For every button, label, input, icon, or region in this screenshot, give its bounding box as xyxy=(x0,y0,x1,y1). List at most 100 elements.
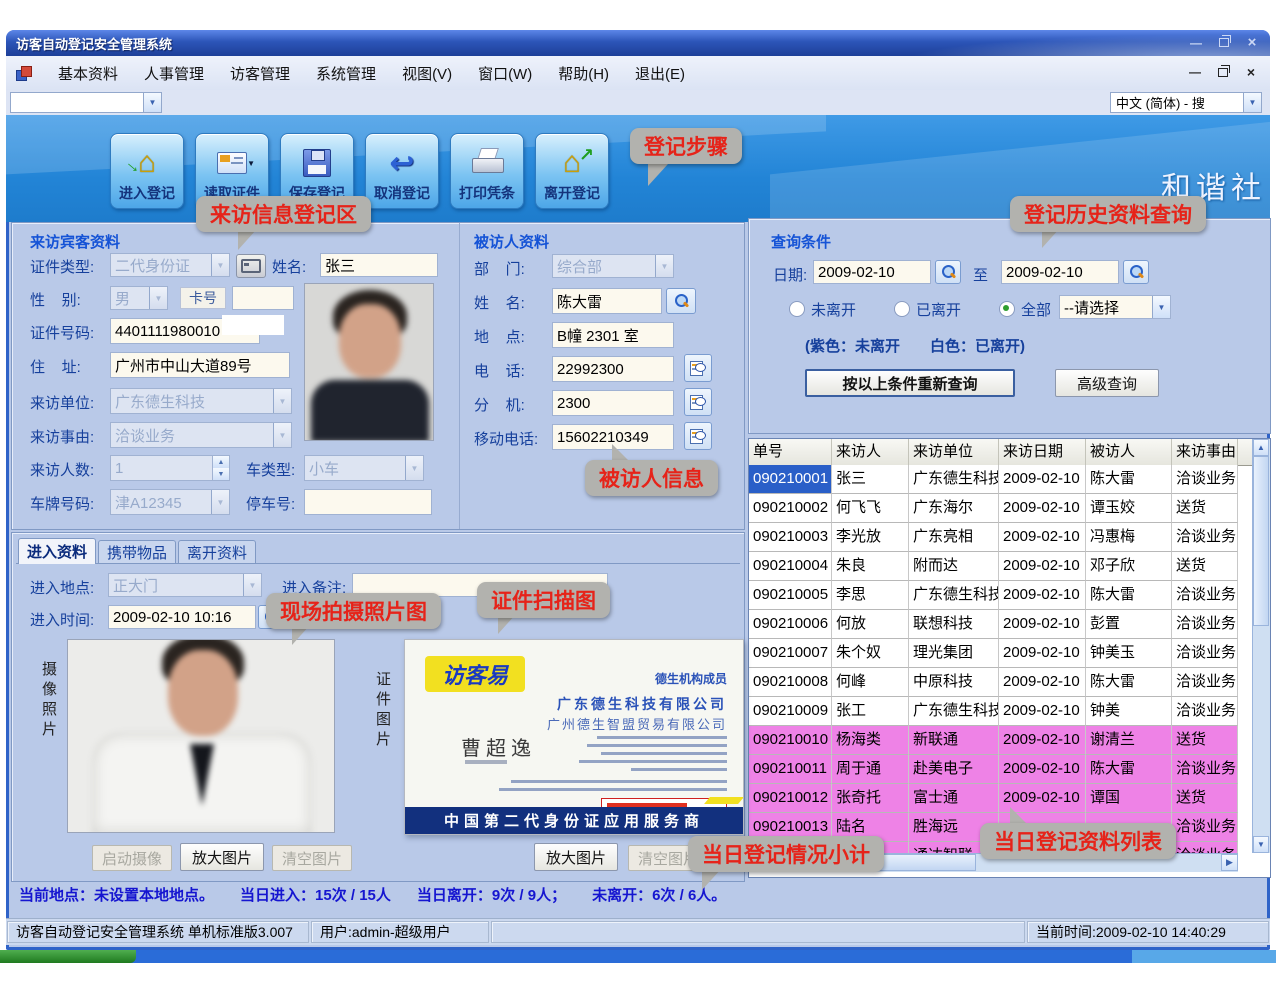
table-row[interactable]: 090210004朱良附而达2009-02-10邓子欣送货 xyxy=(749,552,1238,581)
menu-item-visitor[interactable]: 访客管理 xyxy=(217,59,303,88)
menu-item-window[interactable]: 窗口(W) xyxy=(465,59,545,88)
call-mobile-button[interactable] xyxy=(684,422,712,450)
table-cell[interactable]: 谢清兰 xyxy=(1086,726,1172,755)
table-cell[interactable]: 张三 xyxy=(832,465,909,494)
table-cell[interactable]: 2009-02-10 xyxy=(999,494,1086,523)
dropdown-arrow-icon[interactable]: ▼ xyxy=(143,93,161,112)
card-no-input[interactable] xyxy=(232,286,294,310)
mdi-close-icon[interactable]: × xyxy=(1242,64,1260,80)
table-row[interactable]: 090210011周于通赴美电子2009-02-10陈大雷洽谈业务 xyxy=(749,755,1238,784)
dropdown-arrow-icon[interactable]: ▼ xyxy=(1243,93,1261,112)
table-cell[interactable]: 090210006 xyxy=(749,610,832,639)
table-cell[interactable]: 钟美玉 xyxy=(1086,639,1172,668)
zoom-photo-button[interactable]: 放大图片 xyxy=(180,843,264,871)
table-cell[interactable]: 洽谈业务 xyxy=(1172,668,1238,697)
menu-item-help[interactable]: 帮助(H) xyxy=(545,59,622,88)
table-header-cell[interactable]: 来访单位 xyxy=(909,439,999,465)
table-cell[interactable]: 090210007 xyxy=(749,639,832,668)
table-cell[interactable]: 2009-02-10 xyxy=(999,552,1086,581)
table-cell[interactable]: 洽谈业务 xyxy=(1172,842,1238,853)
cert-type-combo[interactable]: 二代身份证▼ xyxy=(110,253,230,277)
plate-combo[interactable]: 津A12345▼ xyxy=(110,489,230,515)
visitor-name-input[interactable]: 张三 xyxy=(320,253,438,277)
table-cell[interactable]: 冯惠梅 xyxy=(1086,523,1172,552)
table-cell[interactable]: 朱个奴 xyxy=(832,639,909,668)
table-cell[interactable]: 洽谈业务 xyxy=(1172,610,1238,639)
table-cell[interactable]: 送货 xyxy=(1172,494,1238,523)
table-cell[interactable]: 2009-02-10 xyxy=(999,726,1086,755)
table-cell[interactable]: 广东海尔 xyxy=(909,494,999,523)
spinner-arrows-icon[interactable]: ▲▼ xyxy=(212,456,229,480)
call-phone-button[interactable] xyxy=(684,354,712,382)
table-cell[interactable]: 广东德生科技 xyxy=(909,465,999,494)
table-cell[interactable]: 送货 xyxy=(1172,784,1238,813)
table-cell[interactable]: 杨海类 xyxy=(832,726,909,755)
address-input[interactable]: 广州市中山大道89号 xyxy=(110,352,290,378)
table-row[interactable]: 090210005李思广东德生科技2009-02-10陈大雷洽谈业务 xyxy=(749,581,1238,610)
table-cell[interactable]: 新联通 xyxy=(909,726,999,755)
tab-leave-info[interactable]: 离开资料 xyxy=(178,540,256,564)
status-radio-option[interactable]: 未离开 xyxy=(789,302,856,319)
table-cell[interactable]: 2009-02-10 xyxy=(999,697,1086,726)
table-cell[interactable]: 谭国 xyxy=(1086,784,1172,813)
table-cell[interactable]: 洽谈业务 xyxy=(1172,639,1238,668)
close-icon[interactable]: × xyxy=(1240,33,1264,52)
call-ext-button[interactable] xyxy=(684,388,712,416)
table-cell[interactable]: 陈大雷 xyxy=(1086,755,1172,784)
visit-reason-combo[interactable]: 洽谈业务▼ xyxy=(110,422,292,448)
radio-icon[interactable] xyxy=(894,301,910,317)
table-cell[interactable]: 洽谈业务 xyxy=(1172,697,1238,726)
table-cell[interactable]: 彭置 xyxy=(1086,610,1172,639)
start-camera-button[interactable]: 启动摄像 xyxy=(92,845,172,871)
table-cell[interactable]: 2009-02-10 xyxy=(999,610,1086,639)
filter-select-combo[interactable]: --请选择▼ xyxy=(1059,295,1171,319)
menu-item-basic[interactable]: 基本资料 xyxy=(45,59,131,88)
parking-input[interactable] xyxy=(304,489,432,515)
table-cell[interactable]: 广东德生科技 xyxy=(909,697,999,726)
menu-item-view[interactable]: 视图(V) xyxy=(389,59,465,88)
table-cell[interactable]: 090210002 xyxy=(749,494,832,523)
table-row[interactable]: 090210003李光放广东亮相2009-02-10冯惠梅洽谈业务 xyxy=(749,523,1238,552)
dept-combo[interactable]: 综合部▼ xyxy=(552,254,674,278)
table-cell[interactable]: 附而达 xyxy=(909,552,999,581)
table-cell[interactable]: 090210005 xyxy=(749,581,832,610)
table-cell[interactable]: 谭玉姣 xyxy=(1086,494,1172,523)
enter-register-button[interactable]: ⌂→ 进入登记 xyxy=(110,133,184,209)
table-cell[interactable]: 李光放 xyxy=(832,523,909,552)
table-cell[interactable]: 理光集团 xyxy=(909,639,999,668)
entry-time-input[interactable]: 2009-02-10 10:16 xyxy=(108,605,256,629)
visitor-count-spinner[interactable]: 1 ▲▼ xyxy=(110,455,230,481)
table-cell[interactable]: 090210001 xyxy=(749,465,832,494)
table-cell[interactable]: 周于通 xyxy=(832,755,909,784)
table-cell[interactable]: 广东德生科技 xyxy=(909,581,999,610)
visitee-name-input[interactable]: 陈大雷 xyxy=(552,288,662,314)
table-cell[interactable]: 中原科技 xyxy=(909,668,999,697)
start-button-fragment[interactable] xyxy=(0,950,136,963)
status-radio-option[interactable]: 全部 xyxy=(999,302,1051,319)
table-cell[interactable]: 富士通 xyxy=(909,784,999,813)
table-cell[interactable]: 090210012 xyxy=(749,784,832,813)
table-cell[interactable]: 090210009 xyxy=(749,697,832,726)
menu-item-system[interactable]: 系统管理 xyxy=(303,59,389,88)
table-cell[interactable]: 090210010 xyxy=(749,726,832,755)
advanced-query-button[interactable]: 高级查询 xyxy=(1055,369,1159,397)
table-cell[interactable]: 广东亮相 xyxy=(909,523,999,552)
table-row[interactable]: 090210009张工广东德生科技2009-02-10钟美洽谈业务 xyxy=(749,697,1238,726)
table-cell[interactable]: 赴美电子 xyxy=(909,755,999,784)
table-cell[interactable]: 090210011 xyxy=(749,755,832,784)
table-cell[interactable]: 钟美 xyxy=(1086,697,1172,726)
table-cell[interactable]: 陈大雷 xyxy=(1086,581,1172,610)
table-cell[interactable]: 送货 xyxy=(1172,552,1238,581)
vertical-scrollbar[interactable]: ▲ ▼ xyxy=(1252,439,1270,853)
date-to-input[interactable]: 2009-02-10 xyxy=(1001,260,1119,284)
table-row[interactable]: 090210002何飞飞广东海尔2009-02-10谭玉姣送货 xyxy=(749,494,1238,523)
tab-entry-info[interactable]: 进入资料 xyxy=(18,538,96,564)
table-cell[interactable]: 何飞飞 xyxy=(832,494,909,523)
scroll-down-icon[interactable]: ▼ xyxy=(1253,836,1269,853)
table-cell[interactable]: 李思 xyxy=(832,581,909,610)
table-header-cell[interactable]: 被访人 xyxy=(1086,439,1172,465)
table-header-cell[interactable]: 来访日期 xyxy=(999,439,1086,465)
mdi-restore-icon[interactable] xyxy=(1214,64,1232,80)
table-cell[interactable]: 何放 xyxy=(832,610,909,639)
table-cell[interactable]: 洽谈业务 xyxy=(1172,755,1238,784)
